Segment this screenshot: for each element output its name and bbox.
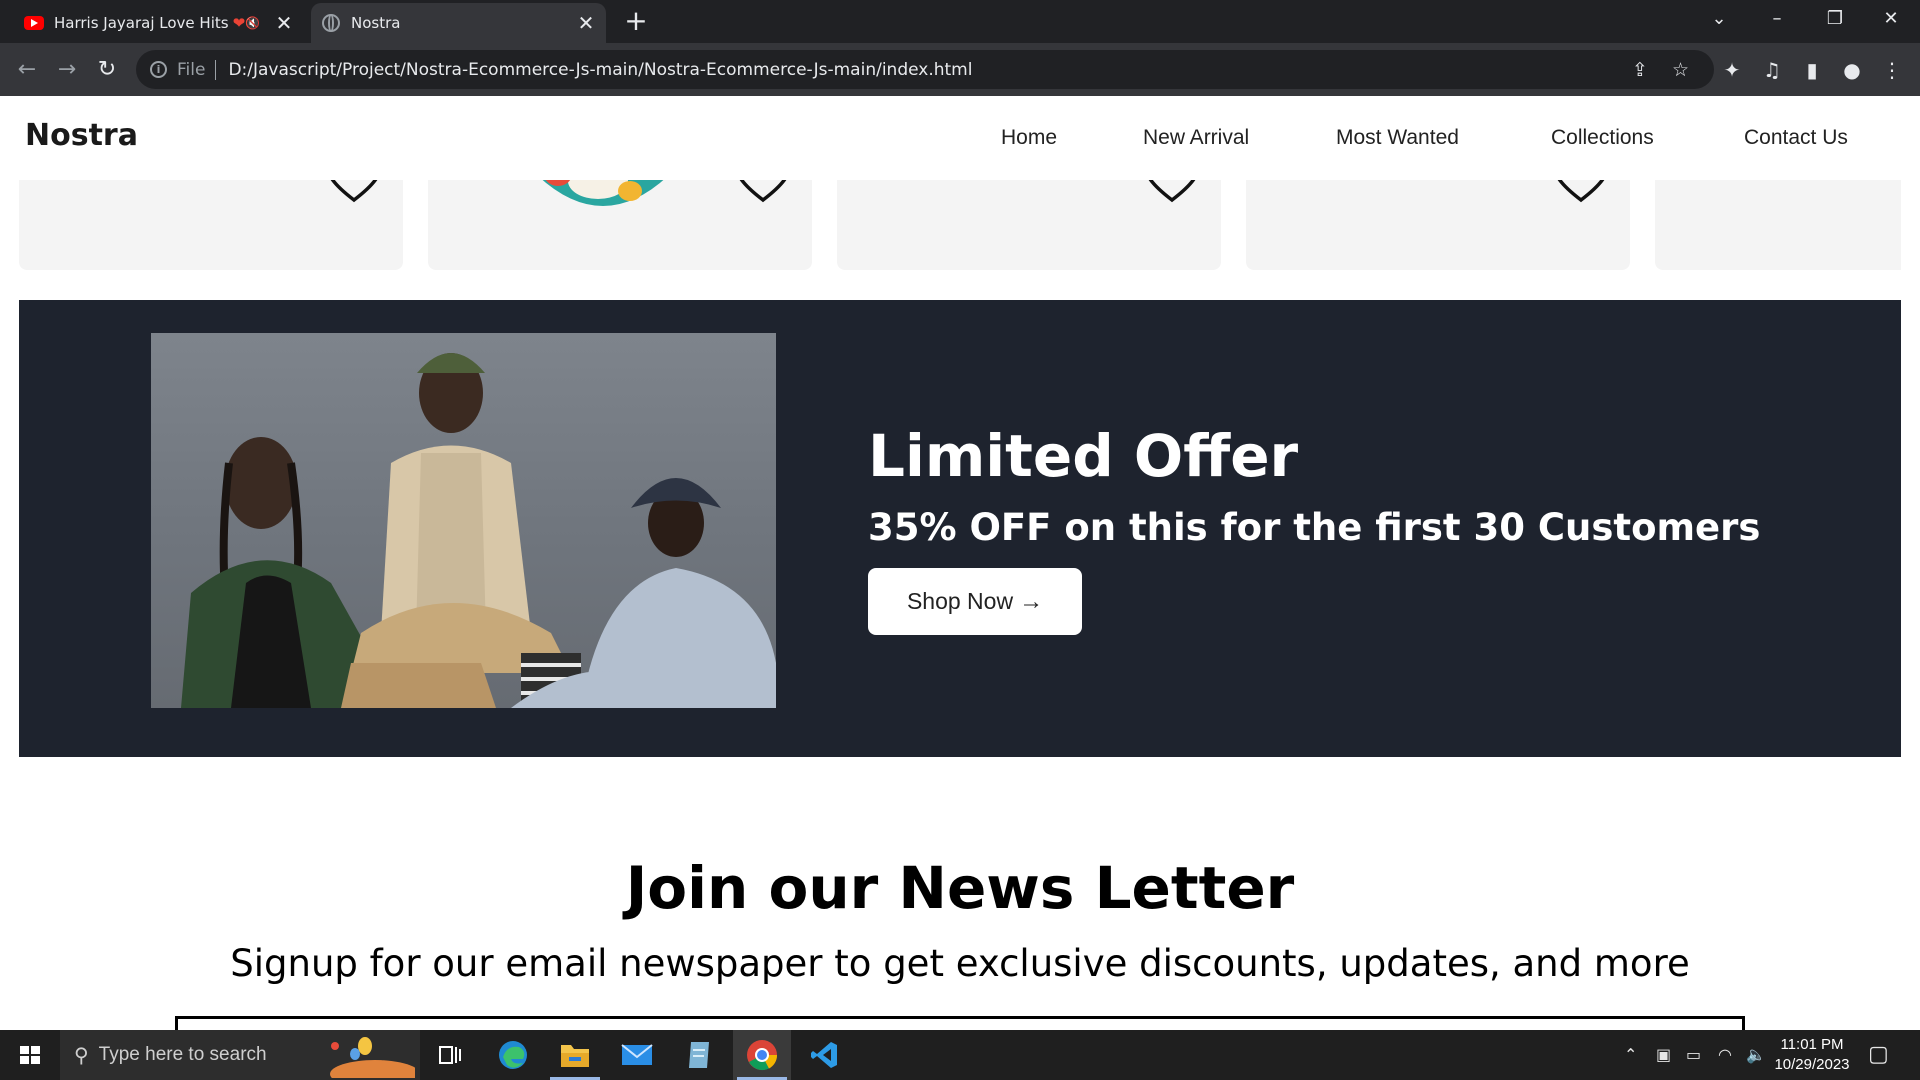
shop-now-label: Shop Now — [906, 588, 1014, 614]
browser-toolbar: ← → ↻ i File D:/Javascript/Project/Nostr… — [0, 43, 1920, 96]
taskbar-search-box[interactable]: ⚲ Type here to search — [60, 1030, 420, 1080]
heart-emoji-icon: ❤ — [232, 14, 246, 32]
vscode-icon[interactable] — [795, 1030, 853, 1080]
nav-collections[interactable]: Collections — [1551, 126, 1654, 150]
browser-tab-youtube[interactable]: Harris Jayaraj Love Hits ❤ 🔇 ✕ — [14, 3, 304, 43]
task-view-icon[interactable] — [421, 1030, 479, 1080]
system-clock[interactable]: 11:01 PM 10/29/2023 — [1762, 1035, 1862, 1075]
notifications-icon[interactable]: ▢ — [1868, 1042, 1889, 1067]
media-control-icon[interactable]: ♫ — [1758, 56, 1786, 84]
newsletter-subtitle: Signup for our email newspaper to get ex… — [230, 942, 1690, 985]
back-arrow-icon[interactable]: ← — [12, 55, 42, 85]
nav-home[interactable]: Home — [1001, 126, 1057, 150]
shop-now-button[interactable]: Shop Now → — [868, 568, 1082, 635]
browser-tab-nostra[interactable]: Nostra ✕ — [311, 3, 606, 43]
tab-title: Harris Jayaraj Love Hits ❤ — [54, 14, 246, 32]
battery-icon[interactable]: ▭ — [1686, 1045, 1701, 1064]
limited-offer-banner: Limited Offer 35% OFF on this for the fi… — [19, 300, 1901, 757]
youtube-icon — [24, 13, 44, 33]
muted-speaker-icon[interactable]: 🔇 — [245, 16, 260, 30]
nav-contact-us[interactable]: Contact Us — [1744, 126, 1848, 150]
minimize-icon[interactable]: – — [1748, 0, 1806, 38]
search-placeholder: Type here to search — [98, 1044, 267, 1065]
newsletter-title: Join our News Letter — [625, 854, 1295, 922]
models-photo-illustration — [181, 353, 776, 708]
forward-arrow-icon[interactable]: → — [52, 55, 82, 85]
clock-date: 10/29/2023 — [1774, 1056, 1850, 1073]
notepad-icon[interactable] — [670, 1030, 728, 1080]
site-header: Nostra Home New Arrival Most Wanted Coll… — [0, 96, 1920, 180]
page-viewport: Nostra Home New Arrival Most Wanted Coll… — [0, 96, 1920, 1030]
profile-icon[interactable]: ● — [1838, 56, 1866, 84]
windows-logo-icon — [20, 1046, 40, 1064]
bookmark-star-icon[interactable]: ☆ — [1672, 59, 1689, 81]
address-bar[interactable]: i File D:/Javascript/Project/Nostra-Ecom… — [136, 50, 1714, 89]
arrow-right-icon: → — [1019, 587, 1044, 615]
windows-taskbar: ⚲ Type here to search ⌃ ▣ ▭ ◠ 🔈 11:01 PM… — [0, 1030, 1920, 1080]
extensions-puzzle-icon[interactable]: ✦ — [1718, 56, 1746, 84]
nav-new-arrival[interactable]: New Arrival — [1143, 126, 1249, 150]
wifi-icon[interactable]: ◠ — [1718, 1045, 1732, 1064]
close-tab-icon[interactable]: ✕ — [576, 11, 596, 35]
globe-icon — [321, 13, 341, 33]
share-icon[interactable]: ⇪ — [1632, 59, 1648, 81]
url-text[interactable]: D:/Javascript/Project/Nostra-Ecommerce-J… — [228, 60, 972, 80]
meet-now-icon[interactable]: ▣ — [1656, 1045, 1671, 1064]
divider — [215, 59, 217, 80]
close-tab-icon[interactable]: ✕ — [274, 11, 294, 35]
close-window-icon[interactable]: ✕ — [1862, 0, 1920, 38]
search-icon: ⚲ — [74, 1044, 89, 1067]
kebab-menu-icon[interactable]: ⋮ — [1878, 56, 1906, 84]
show-hidden-icons-chevron-icon[interactable]: ⌃ — [1624, 1045, 1637, 1064]
edge-icon[interactable] — [484, 1030, 542, 1080]
mail-icon[interactable] — [608, 1030, 666, 1080]
tab-search-icon[interactable]: ⌄ — [1690, 0, 1748, 38]
offer-photo — [151, 333, 776, 708]
info-icon[interactable]: i — [150, 61, 167, 78]
file-explorer-icon[interactable] — [546, 1030, 604, 1080]
nav-most-wanted[interactable]: Most Wanted — [1336, 126, 1459, 150]
offer-subtitle: 35% OFF on this for the first 30 Custome… — [868, 506, 1761, 549]
windows-start-button[interactable] — [0, 1030, 60, 1080]
browser-tab-strip: Harris Jayaraj Love Hits ❤ 🔇 ✕ Nostra ✕ +… — [0, 0, 1920, 43]
tab-title: Nostra — [351, 14, 401, 32]
new-tab-icon[interactable]: + — [620, 6, 652, 38]
offer-title: Limited Offer — [868, 422, 1299, 490]
chrome-icon[interactable] — [733, 1030, 791, 1080]
clock-time: 11:01 PM — [1780, 1036, 1844, 1053]
restore-icon[interactable]: ❐ — [1806, 0, 1864, 38]
screen: Harris Jayaraj Love Hits ❤ 🔇 ✕ Nostra ✕ +… — [0, 0, 1920, 1080]
search-highlight-illustration-icon — [330, 1037, 415, 1078]
site-logo[interactable]: Nostra — [25, 118, 138, 153]
newsletter-form[interactable] — [175, 1016, 1745, 1030]
scheme-label: File — [177, 59, 206, 80]
reload-icon[interactable]: ↻ — [92, 55, 122, 85]
side-panel-icon[interactable]: ▮ — [1798, 56, 1826, 84]
